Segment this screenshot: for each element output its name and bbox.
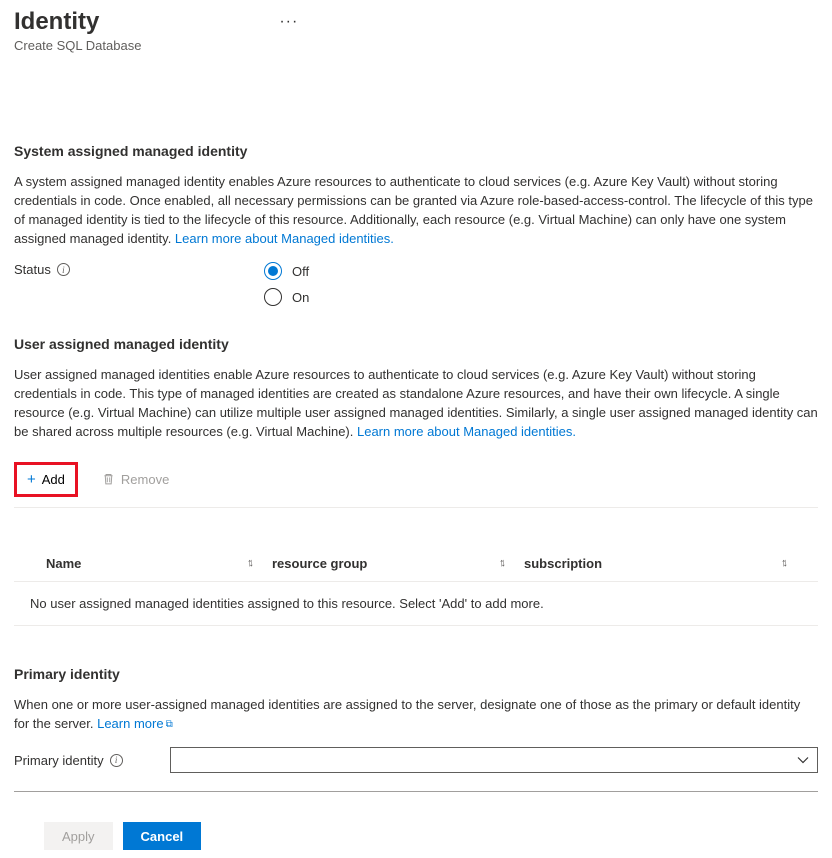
external-link-icon: ⧉ — [166, 719, 173, 730]
more-icon[interactable]: ··· — [279, 13, 298, 31]
trash-icon — [102, 472, 115, 486]
primary-identity-section: Primary identity When one or more user-a… — [14, 666, 818, 793]
system-description-text: A system assigned managed identity enabl… — [14, 174, 813, 246]
system-learn-more-link[interactable]: Learn more about Managed identities. — [175, 231, 394, 246]
section-heading-primary: Primary identity — [14, 666, 818, 682]
primary-learn-more-link[interactable]: Learn more⧉ — [97, 716, 173, 731]
add-button-highlight: + Add — [14, 462, 78, 497]
radio-icon — [264, 262, 282, 280]
column-header-rg-label: resource group — [272, 556, 367, 571]
page-title: Identity — [14, 8, 99, 36]
column-header-sub-label: subscription — [524, 556, 602, 571]
radio-icon — [264, 288, 282, 306]
section-heading-system: System assigned managed identity — [14, 143, 818, 159]
radio-label-on: On — [292, 290, 309, 305]
sort-icon: ↑↓ — [499, 557, 502, 569]
user-learn-more-link[interactable]: Learn more about Managed identities. — [357, 424, 576, 439]
add-button-label: Add — [42, 472, 65, 487]
plus-icon: + — [27, 471, 36, 488]
status-radio-on[interactable]: On — [264, 288, 309, 306]
info-icon[interactable]: i — [110, 754, 123, 767]
column-header-name[interactable]: Name ↑↓ — [26, 556, 272, 571]
status-radio-group: Off On — [264, 262, 309, 306]
user-identity-toolbar: + Add Remove — [14, 456, 818, 508]
status-radio-off[interactable]: Off — [264, 262, 309, 280]
primary-identity-dropdown[interactable] — [170, 747, 818, 773]
section-heading-user: User assigned managed identity — [14, 336, 818, 352]
cancel-button[interactable]: Cancel — [123, 822, 202, 850]
apply-button: Apply — [44, 822, 113, 850]
table-header: Name ↑↓ resource group ↑↓ subscription ↑… — [14, 546, 818, 582]
sort-icon: ↑↓ — [247, 557, 250, 569]
chevron-down-icon — [797, 754, 809, 766]
primary-identity-label-text: Primary identity — [14, 753, 104, 768]
system-identity-section: System assigned managed identity A syste… — [14, 143, 818, 306]
remove-button: Remove — [96, 468, 175, 491]
user-description: User assigned managed identities enable … — [14, 366, 818, 441]
sort-icon: ↑↓ — [781, 557, 784, 569]
radio-label-off: Off — [292, 264, 309, 279]
column-header-subscription[interactable]: subscription ↑↓ — [524, 556, 806, 571]
page-subtitle: Create SQL Database — [14, 38, 818, 53]
footer-actions: Apply Cancel — [14, 822, 818, 850]
empty-state-text: No user assigned managed identities assi… — [14, 582, 818, 626]
column-header-resource-group[interactable]: resource group ↑↓ — [272, 556, 524, 571]
info-icon[interactable]: i — [57, 263, 70, 276]
primary-learn-more-label: Learn more — [97, 716, 163, 731]
user-identity-section: User assigned managed identity User assi… — [14, 336, 818, 625]
remove-button-label: Remove — [121, 472, 169, 487]
identities-table: Name ↑↓ resource group ↑↓ subscription ↑… — [14, 546, 818, 626]
system-description: A system assigned managed identity enabl… — [14, 173, 818, 248]
add-button[interactable]: + Add — [21, 467, 71, 492]
status-label: Status i — [14, 262, 264, 277]
page-header: Identity ··· Create SQL Database — [14, 8, 818, 53]
column-header-name-label: Name — [46, 556, 81, 571]
primary-description: When one or more user-assigned managed i… — [14, 696, 818, 734]
status-label-text: Status — [14, 262, 51, 277]
primary-identity-label: Primary identity i — [14, 753, 154, 768]
